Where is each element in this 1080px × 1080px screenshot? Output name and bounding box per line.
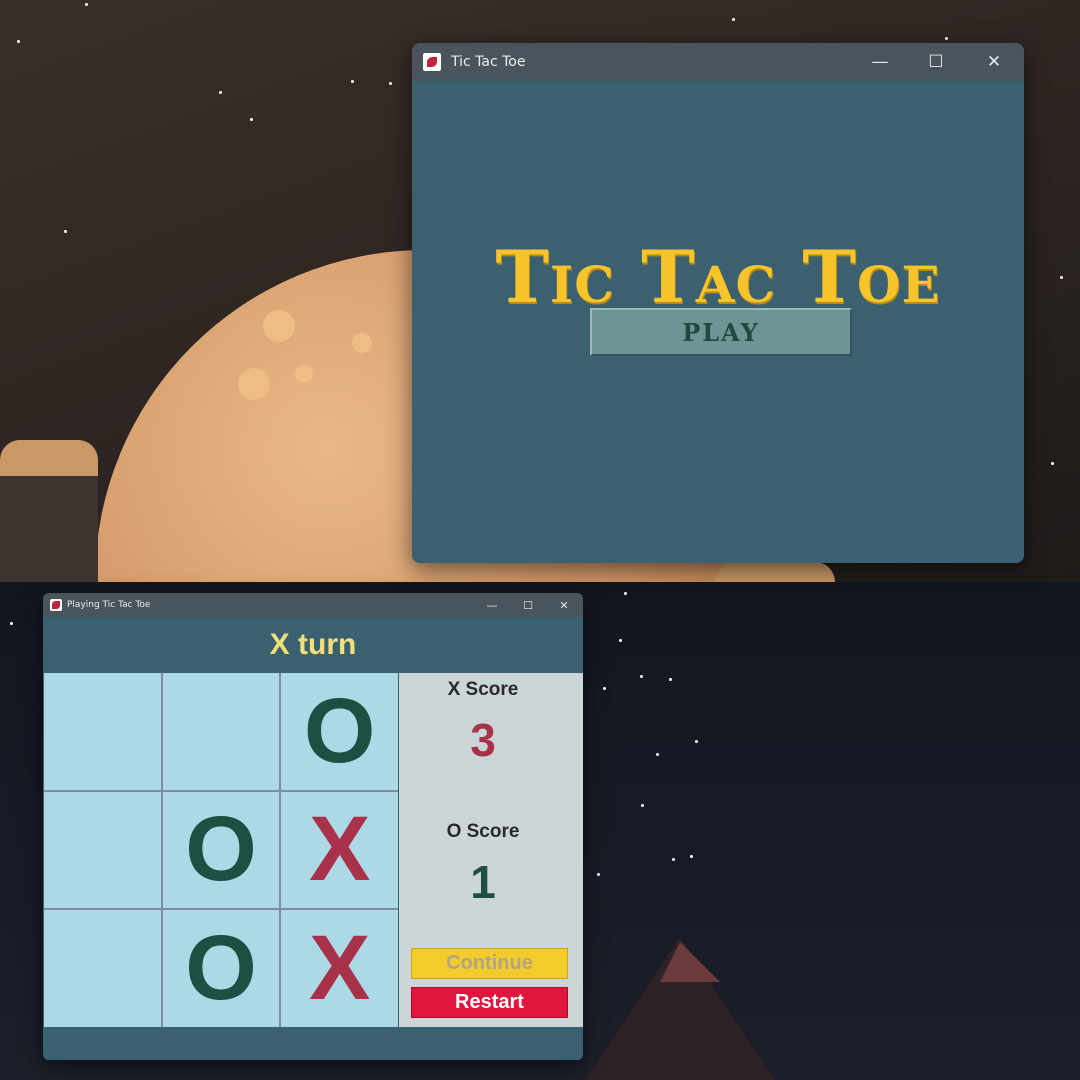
minimize-icon[interactable]: — (474, 593, 510, 617)
maximize-icon[interactable]: ☐ (908, 43, 964, 81)
cloud-decoration (0, 440, 98, 476)
board-cell[interactable]: X (281, 910, 398, 1027)
board-cell[interactable] (162, 673, 280, 790)
score-panel: X Score 3 O Score 1 Continue Restart (399, 673, 583, 1027)
board-cell[interactable]: O (162, 791, 280, 909)
cliff-decoration (0, 476, 98, 582)
board-cell[interactable]: X (281, 791, 398, 909)
menu-window-title: Tic Tac Toe (451, 54, 526, 70)
menu-titlebar[interactable]: Tic Tac Toe — ☐ ✕ (412, 43, 1024, 81)
game-window-title: Playing Tic Tac Toe (67, 600, 151, 610)
board-cell[interactable]: O (281, 673, 398, 790)
mountain-decoration (660, 942, 720, 982)
app-icon (50, 599, 62, 611)
o-score-label: O Score (446, 821, 520, 842)
x-score-label: X Score (447, 679, 519, 700)
close-icon[interactable]: ✕ (546, 593, 582, 617)
maximize-icon[interactable]: ☐ (510, 593, 546, 617)
game-board: O O X O X (44, 673, 398, 1027)
planet-crater (238, 368, 270, 400)
turn-indicator: X turn (269, 627, 357, 661)
cloud-decoration (715, 562, 835, 582)
planet-crater (295, 365, 313, 383)
close-icon[interactable]: ✕ (966, 43, 1022, 81)
minimize-icon[interactable]: — (852, 43, 908, 81)
game-footer-bar (43, 1027, 583, 1060)
restart-button[interactable]: Restart (411, 987, 568, 1018)
menu-window: Tic Tac Toe — ☐ ✕ Tic Tac Toe PLAY (412, 43, 1024, 563)
play-button[interactable]: PLAY (590, 308, 852, 356)
x-score-value: 3 (470, 714, 496, 766)
board-cell[interactable] (44, 673, 161, 790)
game-title-heading: Tic Tac Toe (495, 234, 941, 319)
planet-crater (263, 310, 295, 342)
board-cell[interactable] (44, 791, 161, 909)
o-score-value: 1 (470, 856, 496, 908)
game-window: Playing Tic Tac Toe — ☐ ✕ X turn O O X O… (43, 593, 583, 1060)
planet-crater (352, 333, 372, 353)
game-titlebar[interactable]: Playing Tic Tac Toe — ☐ ✕ (43, 593, 583, 617)
board-cell[interactable] (44, 910, 161, 1027)
menu-body: Tic Tac Toe PLAY (412, 81, 1024, 563)
continue-button[interactable]: Continue (411, 948, 568, 979)
turn-indicator-bar: X turn (43, 617, 583, 672)
app-icon (423, 53, 441, 71)
board-cell[interactable]: O (162, 910, 280, 1027)
